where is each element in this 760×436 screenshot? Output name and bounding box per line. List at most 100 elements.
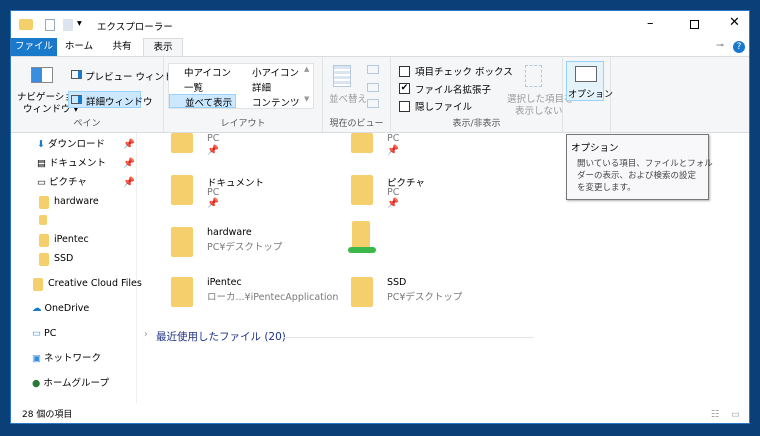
nav-item-homegroup[interactable]: ● ホームグループ xyxy=(32,376,109,392)
nav-item-ssd[interactable]: SSD xyxy=(54,251,73,267)
group-label: ペイン xyxy=(73,119,101,129)
item-checkbox-toggle[interactable] xyxy=(399,66,410,77)
tile-name: hardware xyxy=(207,227,252,238)
nav-label: ドキュメント xyxy=(49,158,107,169)
folder-icon xyxy=(171,277,193,307)
pin-ribbon-icon[interactable]: ⊸ xyxy=(716,40,724,51)
properties-icon[interactable] xyxy=(45,19,55,31)
nav-item-pictures[interactable]: ▭ ピクチャ xyxy=(37,175,87,191)
tile-sub: PC¥デスクトップ xyxy=(387,292,463,303)
group-divider xyxy=(284,337,534,338)
ribbon-tabs: ファイル ホーム 共有 表示 ⊸ ? xyxy=(11,38,749,56)
layout-small-icons[interactable]: 小アイコン xyxy=(252,65,299,79)
help-icon[interactable]: ? xyxy=(733,41,745,53)
network-icon: ▣ xyxy=(32,353,41,364)
tile-pictures[interactable]: ピクチャ PC 📌 xyxy=(351,173,511,209)
desktop-folder-icon xyxy=(171,133,193,153)
close-button[interactable]: ✕ xyxy=(729,15,740,30)
qat-dropdown-icon[interactable]: ▾ xyxy=(77,18,82,29)
tile-hardware[interactable]: hardware PC¥デスクトップ xyxy=(171,225,331,261)
nav-item-onedrive[interactable]: ☁ OneDrive xyxy=(32,301,89,317)
details-pane-button[interactable]: 詳細ウィンドウ xyxy=(68,91,153,108)
network-folder-icon xyxy=(352,221,370,249)
nav-label: ピクチャ xyxy=(49,177,87,188)
sort-by-button[interactable]: 並べ替え xyxy=(329,91,367,105)
nav-item-network[interactable]: ▣ ネットワーク xyxy=(32,351,101,367)
group-layout: 中アイコン 小アイコン 一覧 詳細 並べて表示 コンテンツ ▲ ▼ レイアウト xyxy=(164,57,323,132)
options-button[interactable]: オプション xyxy=(566,61,613,101)
pin-icon: 📌 xyxy=(123,177,135,188)
downloads-folder-icon xyxy=(351,133,373,153)
pin-icon: 📌 xyxy=(123,139,135,150)
pictures-folder-icon xyxy=(351,175,373,205)
tab-view[interactable]: 表示 xyxy=(143,38,183,56)
layout-content[interactable]: コンテンツ xyxy=(252,95,300,109)
tile-desktop[interactable]: PC 📌 xyxy=(171,133,331,165)
layout-medium-icons[interactable]: 中アイコン xyxy=(184,65,231,79)
nav-label: PC xyxy=(44,328,57,339)
details-pane-label: 詳細ウィンドウ xyxy=(86,97,153,108)
pin-icon: 📌 xyxy=(387,145,399,156)
tile-ssd[interactable]: SSD PC¥デスクトップ xyxy=(351,275,511,311)
extensions-checkbox[interactable]: ✔ xyxy=(399,83,410,94)
group-by-icon[interactable] xyxy=(367,65,379,74)
options-label: オプション xyxy=(568,90,614,100)
group-label: 現在のビュー xyxy=(329,119,384,129)
group-current-view: 並べ替え 現在のビュー xyxy=(323,57,391,132)
nav-item-hardware[interactable]: hardware xyxy=(54,194,99,210)
pin-icon: 📌 xyxy=(207,145,219,156)
layout-list[interactable]: 一覧 xyxy=(184,80,203,94)
layout-scroll-up[interactable]: ▲ xyxy=(304,65,309,73)
tile-name: iPentec xyxy=(207,277,242,288)
sort-icon[interactable] xyxy=(333,65,351,87)
size-columns-icon[interactable] xyxy=(367,99,379,108)
navigation-pane: ⬇ ダウンロード ▤ ドキュメント ▭ ピクチャ 📌 📌 📌 hardware … xyxy=(11,133,142,403)
tooltip: オプション 開いている項目、ファイルとフォル ダーの表示、および検索の設定 を変… xyxy=(566,134,713,200)
pin-icon: 📌 xyxy=(123,158,135,169)
details-view-icon[interactable]: ☷ xyxy=(711,405,720,423)
minimize-button[interactable]: – xyxy=(647,16,654,31)
hide-selected-icon[interactable] xyxy=(525,65,542,87)
documents-folder-icon xyxy=(171,175,193,205)
group-options: オプション xyxy=(563,57,613,132)
tab-share[interactable]: 共有 xyxy=(101,38,143,56)
maximize-button[interactable] xyxy=(690,20,699,29)
folder-icon xyxy=(39,234,49,247)
layout-expand[interactable]: ▼ xyxy=(304,95,309,103)
cloud-icon: ☁ xyxy=(32,303,42,314)
tile-sub: PC xyxy=(207,187,220,198)
tooltip-title: オプション xyxy=(571,143,619,154)
new-folder-icon[interactable] xyxy=(63,19,73,31)
pin-icon: 📌 xyxy=(207,198,219,209)
nav-pane-icon[interactable] xyxy=(31,67,53,83)
tab-file[interactable]: ファイル xyxy=(11,38,57,56)
nav-item-documents[interactable]: ▤ ドキュメント xyxy=(37,156,106,172)
tab-home[interactable]: ホーム xyxy=(57,38,101,56)
window-title: エクスプローラー xyxy=(97,22,173,33)
tile-sub: PC xyxy=(387,187,400,198)
large-icons-view-icon[interactable]: ▭ xyxy=(731,405,740,423)
hidden-files-checkbox[interactable] xyxy=(399,101,410,112)
tile-documents[interactable]: ドキュメント PC 📌 xyxy=(171,173,331,209)
hide-selected-label2[interactable]: 表示しない xyxy=(515,103,563,117)
tile-sub: ローカ...¥iPentecApplication xyxy=(207,292,339,303)
layout-tiles[interactable]: 並べて表示 xyxy=(169,94,236,109)
recent-files-group[interactable]: › 最近使用したファイル (20) xyxy=(144,329,534,345)
tooltip-text: 開いている項目、ファイルとフォル xyxy=(577,159,713,169)
download-icon: ⬇ xyxy=(37,139,45,150)
nav-item-ipentec[interactable]: iPentec xyxy=(54,232,89,248)
network-folder-icon[interactable] xyxy=(39,215,47,225)
layout-details[interactable]: 詳細 xyxy=(252,80,271,94)
nav-item-creative-cloud[interactable]: Creative Cloud Files xyxy=(48,276,142,292)
ribbon: ナビゲーション ウィンドウ ▾ プレビュー ウィンドウ 詳細ウィンドウ ペイン … xyxy=(11,56,749,133)
homegroup-icon: ● xyxy=(32,378,41,389)
tile-downloads[interactable]: PC 📌 xyxy=(351,133,511,165)
nav-item-downloads[interactable]: ⬇ ダウンロード xyxy=(37,137,105,153)
document-icon: ▤ xyxy=(37,158,46,169)
nav-label: OneDrive xyxy=(44,303,90,314)
tile-ipentec[interactable]: iPentec ローカ...¥iPentecApplication xyxy=(171,275,351,311)
tile-network-folder[interactable] xyxy=(348,221,388,261)
add-columns-icon[interactable] xyxy=(367,83,379,92)
nav-item-pc[interactable]: ▭ PC xyxy=(32,326,56,342)
tooltip-text: ダーの表示、および検索の設定 xyxy=(577,171,697,181)
